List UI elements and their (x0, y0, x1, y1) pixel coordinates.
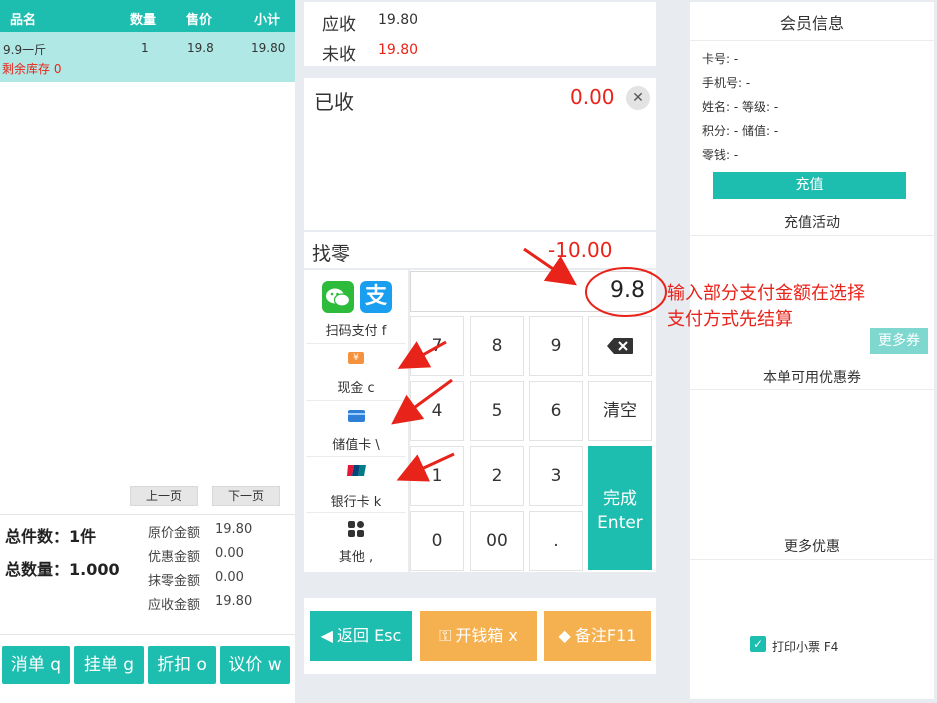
arrow-to-input (523, 247, 577, 286)
arrow-to-bank-card (396, 452, 455, 482)
arrow-to-cash (397, 340, 447, 369)
input-highlight-circle (585, 267, 667, 317)
arrow-to-stored-card (391, 378, 453, 425)
annotation-line2: 支付方式先结算 (667, 309, 793, 330)
annotation-line1: 输入部分支付金额在选择 (667, 283, 865, 304)
annotation-overlay (391, 247, 667, 482)
annotation-text: 输入部分支付金额在选择 支付方式先结算 (667, 281, 865, 333)
